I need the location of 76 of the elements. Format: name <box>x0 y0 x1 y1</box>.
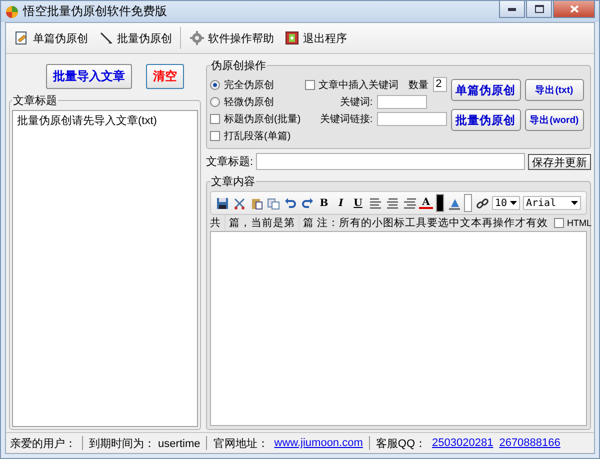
link[interactable]: www.jiumoon.com <box>274 437 363 449</box>
toolbar-button[interactable]: 退出程序 <box>282 28 349 48</box>
checkbox-label: 打乱段落(单篇) <box>224 130 291 142</box>
scissors-icon[interactable] <box>232 196 246 210</box>
keyword-link-field[interactable] <box>376 112 447 126</box>
group-title: 文章内容 <box>210 174 256 189</box>
close-button[interactable] <box>553 1 595 18</box>
status-text: 客服QQ： <box>376 436 426 450</box>
status-text: 官网地址： <box>213 436 268 450</box>
radio-label: 轻微伪原创 <box>224 96 274 108</box>
keyword-field[interactable] <box>376 95 427 109</box>
link-icon[interactable] <box>475 196 489 210</box>
checkbox-label: HTML <box>567 218 592 228</box>
keyword-link-label: 关键词链接: <box>320 112 373 126</box>
import-button[interactable]: 批量导入文章 <box>46 64 132 89</box>
color-swatch[interactable] <box>464 194 472 212</box>
status-text: 亲爱的用户： <box>10 436 76 450</box>
redo-icon[interactable] <box>300 196 314 210</box>
note-text: 注：所有的小图标工具要选中文本再操作才有效 <box>317 216 548 230</box>
save-icon[interactable] <box>215 196 229 210</box>
toolbar-button[interactable]: 批量伪原创 <box>96 28 174 48</box>
caret-icon <box>510 201 517 205</box>
font-dropdown[interactable]: Arial <box>523 196 581 210</box>
checkbox[interactable] <box>554 218 564 228</box>
checkbox[interactable] <box>210 114 220 124</box>
title-label: 文章标题: <box>206 154 254 169</box>
group-title: 伪原创操作 <box>210 59 267 73</box>
align-right-icon[interactable] <box>402 196 416 210</box>
current-label: 篇，当前是第 <box>229 216 295 230</box>
total-label: 共 <box>210 216 221 230</box>
count-label: 数量 <box>408 78 429 92</box>
undo-icon[interactable] <box>283 196 297 210</box>
maximize-icon <box>534 5 544 13</box>
app-icon <box>5 4 19 18</box>
maximize-button[interactable] <box>526 1 552 18</box>
link[interactable]: 2670888166 <box>499 437 560 449</box>
color-swatch[interactable] <box>436 194 444 212</box>
status-text: 到期时间为： usertime <box>89 436 200 450</box>
unit-label: 篇 <box>303 216 314 230</box>
action-button[interactable]: 单篇伪原创 <box>450 79 521 101</box>
caret-icon <box>571 201 578 205</box>
action-button[interactable]: 导出(txt) <box>524 79 584 101</box>
radio-button[interactable] <box>210 96 220 106</box>
align-left-icon[interactable] <box>368 196 382 210</box>
format-button[interactable]: B <box>317 196 331 210</box>
exit-icon <box>284 30 300 46</box>
save-button[interactable]: 保存并更新 <box>528 154 591 170</box>
count-field[interactable]: 2 <box>432 77 447 92</box>
copy-icon[interactable] <box>266 196 280 210</box>
action-button[interactable]: 导出(word) <box>524 109 584 131</box>
gear-icon <box>189 30 205 46</box>
toolbar-button[interactable]: 单篇伪原创 <box>12 28 90 48</box>
keyword-label: 关键词: <box>340 96 373 109</box>
minimize-button[interactable] <box>499 1 525 18</box>
radio-label: 完全伪原创 <box>224 78 274 92</box>
checkbox-label: 标题伪原创(批量) <box>224 112 301 126</box>
window-title: 悟空批量伪原创软件免费版 <box>23 3 168 20</box>
group-title: 文章标题 <box>12 94 58 108</box>
close-icon <box>570 5 578 13</box>
format-button[interactable]: I <box>334 196 348 210</box>
clear-button[interactable]: 清空 <box>146 64 184 89</box>
checkbox-label: 文章中插入关键词 <box>318 78 399 92</box>
checkbox[interactable] <box>304 80 315 90</box>
align-center-icon[interactable] <box>385 196 399 210</box>
link[interactable]: 2503020281 <box>432 437 494 449</box>
clipboard-icon[interactable] <box>249 196 263 210</box>
font-size-dropdown[interactable]: 10 <box>492 196 520 210</box>
format-button[interactable]: U <box>351 196 365 210</box>
checkbox[interactable] <box>210 130 220 140</box>
minimize-icon <box>508 8 516 10</box>
list-item[interactable]: 批量伪原创请先导入文章(txt) <box>17 113 193 128</box>
toolbar-button[interactable]: 软件操作帮助 <box>187 28 276 48</box>
title-field[interactable] <box>256 153 525 170</box>
radio-button[interactable] <box>210 80 220 90</box>
action-button[interactable]: 批量伪原创 <box>450 109 521 131</box>
font-color-button[interactable]: A <box>419 198 433 208</box>
